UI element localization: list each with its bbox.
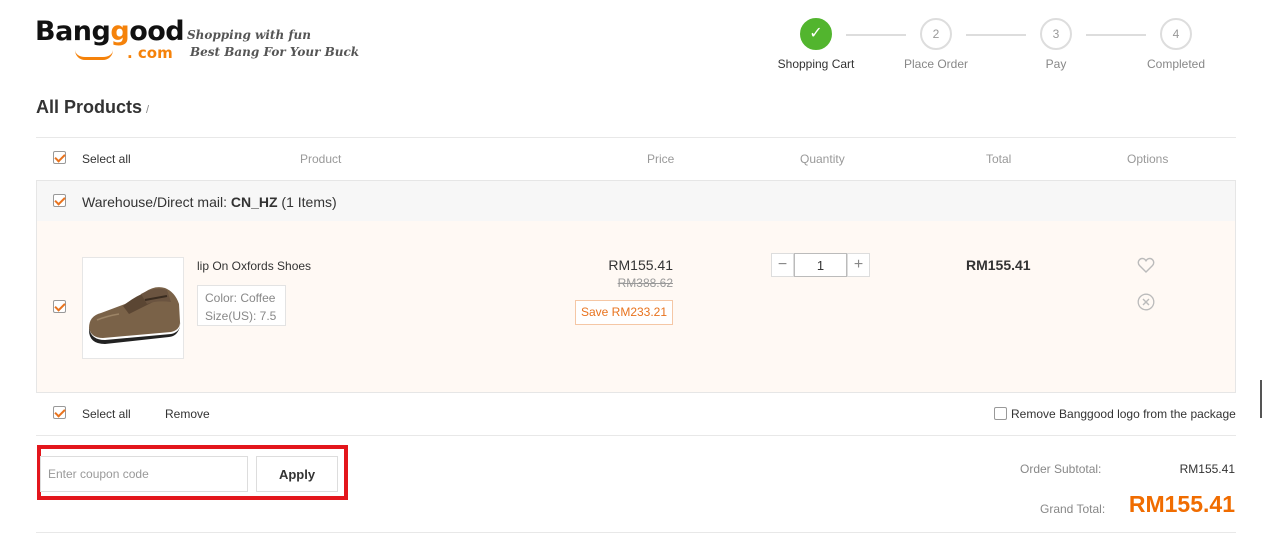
step-pay: 3 Pay bbox=[1006, 18, 1106, 71]
item-total: RM155.41 bbox=[966, 257, 1031, 273]
select-all-checkbox[interactable] bbox=[53, 151, 66, 164]
item-checkbox[interactable] bbox=[53, 300, 66, 313]
warehouse-label: Warehouse/Direct mail: CN_HZ (1 Items) bbox=[82, 194, 337, 210]
header-options: Options bbox=[1127, 152, 1169, 166]
header-product: Product bbox=[300, 152, 342, 166]
qty-decrease-button[interactable]: − bbox=[771, 253, 794, 277]
remove-logo-checkbox[interactable] bbox=[994, 407, 1007, 420]
breadcrumb-separator: / bbox=[146, 104, 150, 116]
check-icon: ✓ bbox=[800, 18, 832, 50]
warehouse-group-header: Warehouse/Direct mail: CN_HZ (1 Items) bbox=[36, 180, 1236, 222]
select-all-label[interactable]: Select all bbox=[82, 152, 131, 166]
shoe-image bbox=[83, 258, 183, 358]
product-size: Size(US): 7.5 bbox=[205, 309, 277, 323]
divider bbox=[36, 435, 1236, 436]
qty-increase-button[interactable]: + bbox=[847, 253, 870, 277]
step-completed: 4 Completed bbox=[1126, 18, 1226, 71]
remove-logo-label[interactable]: Remove Banggood logo from the package bbox=[1011, 407, 1236, 421]
step-shopping-cart: ✓ Shopping Cart bbox=[766, 18, 866, 71]
step-label: Shopping Cart bbox=[777, 57, 855, 71]
step-label: Completed bbox=[1146, 57, 1206, 71]
subtotal-value: RM155.41 bbox=[1179, 462, 1235, 476]
save-badge: Save RM233.21 bbox=[575, 300, 673, 325]
header-total: Total bbox=[986, 152, 1012, 166]
product-name-link[interactable]: lip On Oxfords Shoes bbox=[197, 259, 311, 273]
step-label: Pay bbox=[1045, 57, 1067, 71]
step-label: Place Order bbox=[903, 57, 969, 71]
grand-total-label: Grand Total: bbox=[1040, 502, 1106, 516]
divider bbox=[36, 137, 1236, 138]
step-number: 4 bbox=[1160, 18, 1192, 50]
product-thumbnail[interactable] bbox=[82, 257, 184, 359]
coupon-code-input[interactable] bbox=[40, 456, 248, 492]
remove-link[interactable]: Remove bbox=[165, 407, 210, 421]
select-all-bottom-label[interactable]: Select all bbox=[82, 407, 131, 421]
step-number: 2 bbox=[920, 18, 952, 50]
subtotal-label: Order Subtotal: bbox=[1020, 462, 1102, 476]
heart-icon[interactable] bbox=[1137, 256, 1155, 274]
warehouse-code: CN_HZ bbox=[230, 194, 278, 210]
scrollbar-thumb[interactable] bbox=[1260, 380, 1262, 418]
item-original-price: RM388.62 bbox=[617, 276, 673, 290]
product-color: Color: Coffee bbox=[205, 291, 276, 305]
divider bbox=[36, 532, 1236, 533]
header-quantity: Quantity bbox=[800, 152, 845, 166]
apply-coupon-button[interactable]: Apply bbox=[256, 456, 338, 492]
page-title: All Products / bbox=[36, 97, 150, 117]
item-price: RM155.41 bbox=[608, 257, 673, 273]
step-number: 3 bbox=[1040, 18, 1072, 50]
header-price: Price bbox=[647, 152, 675, 166]
qty-input[interactable] bbox=[794, 253, 847, 277]
remove-icon[interactable] bbox=[1137, 293, 1155, 311]
step-place-order: 2 Place Order bbox=[886, 18, 986, 71]
product-attributes[interactable]: Color: Coffee Size(US): 7.5 bbox=[197, 285, 286, 326]
grand-total-value: RM155.41 bbox=[1128, 491, 1235, 517]
warehouse-checkbox[interactable] bbox=[53, 194, 66, 207]
checkout-progress: ✓ Shopping Cart 2 Place Order 3 Pay 4 Co… bbox=[0, 0, 1263, 80]
select-all-bottom-checkbox[interactable] bbox=[53, 406, 66, 419]
